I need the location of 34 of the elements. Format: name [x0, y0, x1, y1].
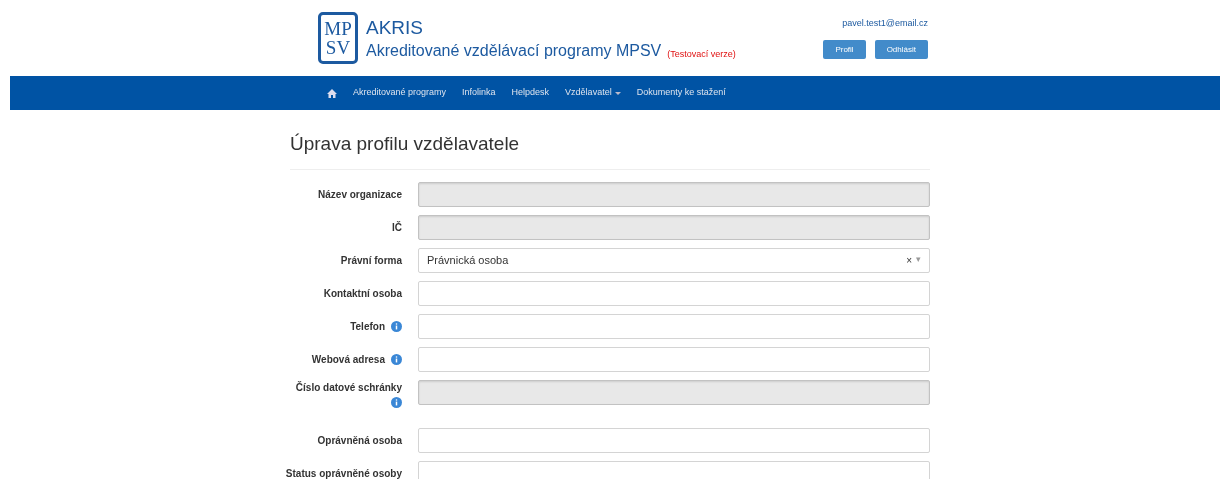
- field-label: Status oprávněné osoby: [285, 466, 402, 479]
- field-label: Oprávněná osoba: [317, 433, 402, 448]
- input-field[interactable]: [418, 280, 930, 306]
- field-label: Kontaktní osoba: [323, 286, 402, 301]
- info-icon[interactable]: [391, 320, 402, 332]
- field-label: Webová adresa: [311, 352, 385, 367]
- app-subtitle: Akreditované vzdělávací programy MPSV: [366, 42, 662, 59]
- page-title: Úprava profilu vzdělavatele: [290, 132, 521, 156]
- app-title: AKRIS: [366, 17, 425, 37]
- home-icon[interactable]: [327, 88, 337, 98]
- user-email: pavel.test1@email.cz: [842, 16, 928, 30]
- nav-link[interactable]: Dokumenty ke stažení: [636, 86, 726, 100]
- nav-link[interactable]: Helpdesk: [511, 86, 550, 100]
- nav-link[interactable]: Infolinka: [462, 86, 496, 100]
- field-label: Číslo datové schránky: [295, 380, 402, 395]
- clear-icon[interactable]: ×: [906, 252, 912, 268]
- version-label: (Testovací verze): [667, 49, 736, 59]
- logo-icon: MP SV: [318, 12, 358, 64]
- select-value: Právnická osoba: [427, 252, 509, 268]
- field-label: Právní forma: [340, 253, 402, 268]
- field-label: Název organizace: [318, 187, 402, 202]
- input-field[interactable]: [418, 346, 930, 372]
- field-label: IČ: [392, 220, 402, 235]
- nav-link[interactable]: Akreditované programy: [353, 86, 447, 100]
- logout-button[interactable]: Odhlásit: [874, 40, 928, 60]
- profile-button[interactable]: Profil: [823, 40, 866, 60]
- select-field[interactable]: Právnická osoba × ▾: [418, 247, 930, 273]
- input-field[interactable]: [418, 460, 930, 479]
- input-field[interactable]: [418, 427, 930, 453]
- field-label: Telefon: [350, 319, 385, 334]
- nav-link[interactable]: Vzdělavatel: [565, 86, 621, 100]
- input-field[interactable]: [418, 313, 930, 339]
- info-icon[interactable]: [391, 353, 402, 365]
- caret-icon: ▾: [916, 253, 921, 267]
